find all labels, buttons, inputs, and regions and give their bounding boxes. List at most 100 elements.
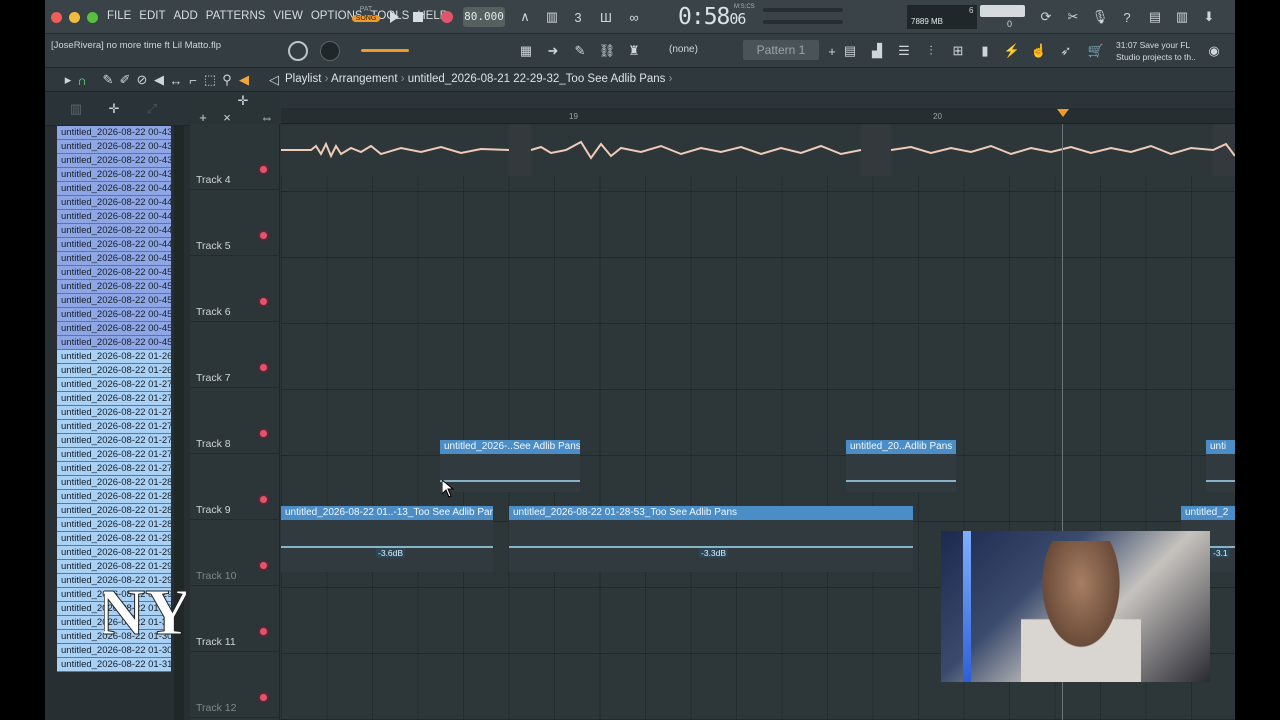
- browser-file-item[interactable]: untitled_2026-08-22 01-31...: [57, 658, 171, 672]
- track-name[interactable]: Track 4: [196, 174, 231, 186]
- master-pitch-knob[interactable]: [320, 41, 340, 61]
- browser-file-item[interactable]: untitled_2026-08-22 01-27...: [57, 434, 171, 448]
- breadcrumb-project[interactable]: untitled_2026-08-21 22-29-32_Too See Adl…: [408, 73, 666, 85]
- track-record-indicator-icon[interactable]: [260, 496, 267, 503]
- browser-file-item[interactable]: untitled_2026-08-22 00-44...: [57, 224, 171, 238]
- help-icon[interactable]: ?: [1116, 6, 1138, 28]
- browser-icon[interactable]: ⊞: [947, 40, 969, 62]
- save-icon[interactable]: ▤: [1144, 6, 1166, 28]
- main-volume-fader[interactable]: [361, 49, 409, 52]
- play-button[interactable]: [383, 6, 405, 28]
- browser-file-item[interactable]: untitled_2026-08-22 01-26...: [57, 350, 171, 364]
- track-header[interactable]: Track 6: [190, 256, 280, 322]
- magnet-snap-icon[interactable]: ∩: [71, 69, 93, 91]
- track-header[interactable]: Track 4: [190, 124, 280, 190]
- close-window-button[interactable]: [51, 12, 62, 23]
- browser-file-item[interactable]: untitled_2026-08-22 01-28...: [57, 490, 171, 504]
- track-header[interactable]: Track 12: [190, 652, 280, 718]
- browser-file-item[interactable]: untitled_2026-08-22 00-44...: [57, 182, 171, 196]
- track-record-indicator-icon[interactable]: [260, 628, 267, 635]
- playback-tool-icon[interactable]: ◀: [233, 69, 255, 91]
- brush-icon[interactable]: ✎: [569, 40, 591, 62]
- browser-move-icon[interactable]: ✛: [103, 98, 125, 120]
- browser-file-item[interactable]: untitled_2026-08-22 01-28...: [57, 504, 171, 518]
- browser-link-icon[interactable]: ⤢: [141, 98, 163, 120]
- browser-file-item[interactable]: untitled_2026-08-22 01-27...: [57, 392, 171, 406]
- refresh-icon[interactable]: ⟳: [1035, 6, 1057, 28]
- minimize-window-button[interactable]: [69, 12, 80, 23]
- browser-file-item[interactable]: untitled_2026-08-22 00-44...: [57, 210, 171, 224]
- download-icon[interactable]: ⬇: [1198, 6, 1220, 28]
- track-header[interactable]: Track 11: [190, 586, 280, 652]
- record-button[interactable]: [436, 6, 458, 28]
- maximize-window-button[interactable]: [87, 12, 98, 23]
- pat-song-toggle[interactable]: PAT SONG: [352, 6, 380, 30]
- track-record-indicator-icon[interactable]: [260, 364, 267, 371]
- track-name[interactable]: Track 5: [196, 240, 231, 252]
- touch-icon[interactable]: ☝: [1028, 40, 1050, 62]
- clip-track9-b[interactable]: untitled_2026-08-22 01-28-53_Too See Adl…: [509, 506, 913, 572]
- clip-track9-a[interactable]: untitled_2026-08-22 01..-13_Too See Adli…: [281, 506, 493, 572]
- cut-tools-icon[interactable]: ✂: [1062, 6, 1084, 28]
- browser-file-item[interactable]: untitled_2026-08-22 01-28...: [57, 518, 171, 532]
- track-name[interactable]: Track 11: [196, 636, 236, 648]
- track-name[interactable]: Track 8: [196, 438, 231, 450]
- feather-icon[interactable]: ➶: [1055, 40, 1077, 62]
- browser-file-item[interactable]: untitled_2026-08-22 01-29...: [57, 532, 171, 546]
- browser-file-item[interactable]: untitled_2026-08-22 00-45...: [57, 266, 171, 280]
- browser-file-item[interactable]: untitled_2026-08-22 00-43...: [57, 126, 171, 140]
- audio-clip-top[interactable]: [281, 124, 1235, 176]
- browser-file-item[interactable]: untitled_2026-08-22 00-45...: [57, 294, 171, 308]
- clip-track8-c[interactable]: unti: [1206, 440, 1235, 492]
- shop-icon[interactable]: 🛒: [1085, 40, 1107, 62]
- clip-track8-b[interactable]: untitled_20..Adlib Pans: [846, 440, 956, 492]
- browser-file-item[interactable]: untitled_2026-08-22 00-43...: [57, 154, 171, 168]
- master-volume-knob[interactable]: [288, 41, 308, 61]
- stop-button[interactable]: [407, 6, 429, 28]
- track-header[interactable]: Track 9: [190, 454, 280, 520]
- save-as-icon[interactable]: ▥: [1171, 6, 1193, 28]
- browser-file-item[interactable]: untitled_2026-08-22 00-43...: [57, 168, 171, 182]
- track-record-indicator-icon[interactable]: [260, 430, 267, 437]
- master-pitch-slider[interactable]: [763, 8, 843, 12]
- channel-rack-icon[interactable]: ▟: [866, 40, 888, 62]
- browser-file-item[interactable]: untitled_2026-08-22 00-45...: [57, 308, 171, 322]
- track-record-indicator-icon[interactable]: [260, 694, 267, 701]
- browser-file-item[interactable]: untitled_2026-08-22 01-26...: [57, 364, 171, 378]
- browser-file-item[interactable]: untitled_2026-08-22 01-27...: [57, 378, 171, 392]
- browser-file-item[interactable]: untitled_2026-08-22 01-28...: [57, 476, 171, 490]
- plug-icon[interactable]: ⚡: [1001, 40, 1023, 62]
- speaker-icon[interactable]: ◁: [263, 69, 285, 91]
- browser-view-icon[interactable]: ▥: [65, 98, 87, 120]
- tempo-display[interactable]: 80.000: [463, 7, 505, 27]
- piano-roll-window-icon[interactable]: ☰: [893, 40, 915, 62]
- track-record-indicator-icon[interactable]: [260, 232, 267, 239]
- track-header[interactable]: Track 10: [190, 520, 280, 586]
- track-record-indicator-icon[interactable]: [260, 166, 267, 173]
- timeline-ruler[interactable]: 19 20: [281, 108, 1235, 124]
- playhead-marker-icon[interactable]: [1057, 109, 1069, 117]
- wait-input-icon[interactable]: ▥: [541, 6, 563, 28]
- browser-file-item[interactable]: untitled_2026-08-22 00-44...: [57, 238, 171, 252]
- track-name[interactable]: Track 12: [196, 702, 236, 714]
- track-header[interactable]: Track 7: [190, 322, 280, 388]
- track-name[interactable]: Track 6: [196, 306, 231, 318]
- stamp-icon[interactable]: ♜: [623, 40, 645, 62]
- clip-track8-a[interactable]: untitled_2026-..See Adlib Pans: [440, 440, 580, 492]
- browser-file-item[interactable]: untitled_2026-08-22 01-29...: [57, 546, 171, 560]
- track-record-indicator-icon[interactable]: [260, 298, 267, 305]
- none-selector[interactable]: (none): [669, 44, 698, 55]
- link-icon[interactable]: ⛓: [596, 40, 618, 62]
- mixer-icon[interactable]: ⫶: [920, 40, 942, 62]
- browser-file-item[interactable]: untitled_2026-08-22 00-45...: [57, 252, 171, 266]
- playlist-icon[interactable]: ▤: [839, 40, 861, 62]
- menu-patterns[interactable]: PATTERNS: [206, 10, 266, 22]
- browser-file-item[interactable]: untitled_2026-08-22 00-43...: [57, 140, 171, 154]
- step-edit-icon[interactable]: Ш: [595, 6, 617, 28]
- track-name[interactable]: Track 7: [196, 372, 231, 384]
- menu-file[interactable]: FILE: [107, 10, 131, 22]
- menu-add[interactable]: ADD: [174, 10, 198, 22]
- browser-file-item[interactable]: untitled_2026-08-22 01-27...: [57, 406, 171, 420]
- breadcrumb-playlist[interactable]: Playlist: [285, 73, 321, 85]
- track-name[interactable]: Track 10: [196, 570, 236, 582]
